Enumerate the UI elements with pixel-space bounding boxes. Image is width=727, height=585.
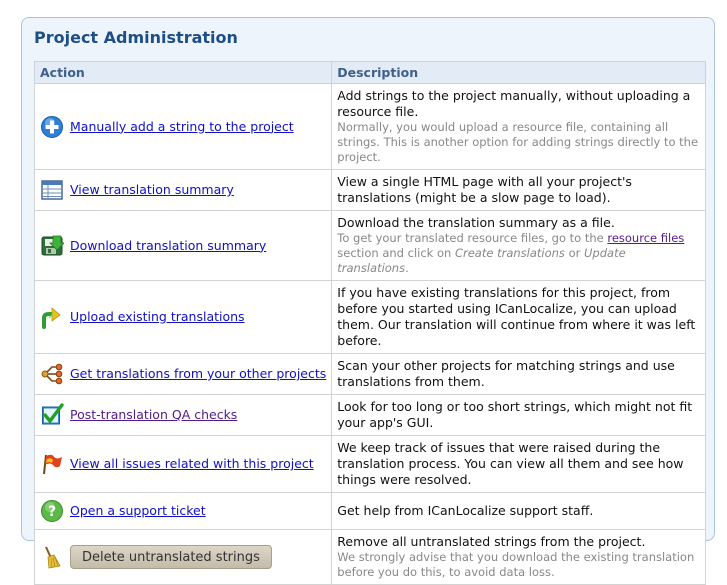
view-translation-summary-link[interactable]: View translation summary — [70, 182, 234, 198]
table-row: View translation summary View a single H… — [33, 169, 706, 211]
panel-title: Project Administration — [34, 28, 238, 47]
description-note: Normally, you would upload a resource fi… — [337, 120, 699, 164]
description-text: Look for too long or too short strings, … — [337, 399, 693, 430]
check-icon[interactable] — [40, 403, 64, 427]
table-header-row: Action Description — [33, 61, 706, 84]
get-translations-other-projects-link[interactable]: Get translations from your other project… — [70, 366, 326, 382]
description-cell: We keep track of issues that were raised… — [331, 435, 706, 493]
description-cell: Download the translation summary as a fi… — [331, 210, 706, 281]
broom-icon — [40, 545, 64, 569]
add-icon[interactable] — [40, 115, 64, 139]
description-cell: If you have existing translations for th… — [331, 280, 706, 354]
view-all-issues-link[interactable]: View all issues related with this projec… — [70, 456, 314, 472]
download-icon[interactable] — [40, 234, 64, 258]
table-row: Manually add a string to the project Add… — [33, 83, 706, 170]
description-cell: Look for too long or too short strings, … — [331, 394, 706, 436]
description-text: Add strings to the project manually, wit… — [337, 88, 691, 119]
description-note: To get your translated resource files, g… — [337, 231, 685, 275]
table-icon[interactable] — [40, 178, 64, 202]
upload-existing-translations-link[interactable]: Upload existing translations — [70, 309, 245, 325]
flag-icon[interactable] — [40, 452, 64, 476]
svg-text:?: ? — [48, 504, 56, 520]
description-cell: View a single HTML page with all your pr… — [331, 169, 706, 211]
description-text: Remove all untranslated strings from the… — [337, 534, 646, 549]
project-administration-panel: Project Administration Action Descriptio… — [21, 17, 715, 585]
action-cell: View translation summary — [33, 169, 333, 211]
description-cell: Remove all untranslated strings from the… — [331, 529, 706, 585]
action-column-header: Action — [33, 61, 333, 84]
table-row: Post-translation QA checks Look for too … — [33, 394, 706, 436]
action-cell: Post-translation QA checks — [33, 394, 333, 436]
download-translation-summary-link[interactable]: Download translation summary — [70, 238, 266, 254]
action-cell: Manually add a string to the project — [33, 83, 333, 170]
description-note: We strongly advise that you download the… — [337, 550, 695, 579]
resource-files-link[interactable]: resource files — [607, 231, 684, 245]
description-cell: Add strings to the project manually, wit… — [331, 83, 706, 170]
help-icon[interactable]: ? — [40, 499, 64, 523]
table-row: Delete untranslated strings Remove all u… — [33, 529, 706, 585]
delete-untranslated-strings-button[interactable]: Delete untranslated strings — [70, 545, 272, 569]
table-row: Get translations from your other project… — [33, 353, 706, 395]
description-text: Download the translation summary as a fi… — [337, 215, 615, 230]
description-text: View a single HTML page with all your pr… — [337, 174, 632, 205]
action-cell: Upload existing translations — [33, 280, 333, 354]
description-text: Scan your other projects for matching st… — [337, 358, 675, 389]
post-translation-qa-checks-link[interactable]: Post-translation QA checks — [70, 407, 237, 423]
upload-icon[interactable] — [40, 305, 64, 329]
description-cell: Get help from ICanLocalize support staff… — [331, 492, 706, 530]
table-row: ? Open a support ticket Get help from IC… — [33, 492, 706, 530]
action-cell: View all issues related with this projec… — [33, 435, 333, 493]
action-cell: Download translation summary — [33, 210, 333, 281]
open-support-ticket-link[interactable]: Open a support ticket — [70, 503, 206, 519]
description-cell: Scan your other projects for matching st… — [331, 353, 706, 395]
action-cell: ? Open a support ticket — [33, 492, 333, 530]
admin-actions-table: Action Description Manually add a string… — [33, 61, 706, 585]
description-text: We keep track of issues that were raised… — [337, 440, 684, 487]
table-row: Download translation summary Download th… — [33, 210, 706, 281]
table-row: Upload existing translations If you have… — [33, 280, 706, 354]
description-text: Get help from ICanLocalize support staff… — [337, 503, 594, 518]
action-cell: Get translations from your other project… — [33, 353, 333, 395]
description-text: If you have existing translations for th… — [337, 285, 696, 348]
manually-add-string-link[interactable]: Manually add a string to the project — [70, 119, 294, 135]
description-column-header: Description — [331, 61, 706, 84]
table-row: View all issues related with this projec… — [33, 435, 706, 493]
share-icon[interactable] — [40, 362, 64, 386]
action-cell: Delete untranslated strings — [33, 529, 333, 585]
